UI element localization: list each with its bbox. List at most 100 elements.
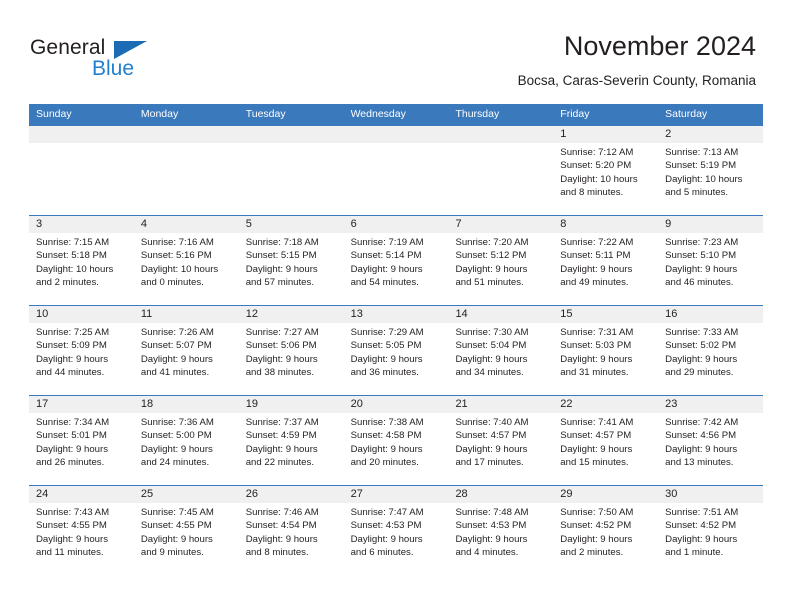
weekday-header-row: Sunday Monday Tuesday Wednesday Thursday Frid…: [29, 104, 763, 125]
sunrise-text: Sunrise: 7:30 AM: [455, 327, 529, 338]
calendar-day-cell[interactable]: 9 Sunrise: 7:23 AM Sunset: 5:10 PM Daylight…: [658, 216, 764, 305]
day-number: 15: [553, 306, 659, 323]
calendar-day-cell[interactable]: 3 Sunrise: 7:15 AM Sunset: 5:18 PM Daylight…: [29, 216, 134, 305]
sunset-text: Sunset: 5:09 PM: [36, 340, 107, 352]
daylight-text-line2: and 13 minutes.: [665, 457, 734, 469]
daylight-text-line2: and 4 minutes.: [455, 547, 519, 559]
calendar-day-cell[interactable]: 25 Sunrise: 7:45 AM Sunset: 4:55 PM Dayligh…: [133, 486, 239, 575]
daylight-text-line2: and 38 minutes.: [245, 367, 314, 379]
calendar-day-cell[interactable]: 23 Sunrise: 7:42 AM Sunset: 4:56 PM Dayligh…: [658, 396, 764, 485]
calendar-day-cell[interactable]: 16 Sunrise: 7:33 AM Sunset: 5:02 PM Dayligh…: [658, 306, 764, 395]
weekday-header-saturday: Saturday: [665, 108, 708, 120]
calendar-day-cell[interactable]: 20 Sunrise: 7:38 AM Sunset: 4:58 PM Dayligh…: [343, 396, 449, 485]
calendar-day-cell[interactable]: 18 Sunrise: 7:36 AM Sunset: 5:00 PM Dayligh…: [133, 396, 239, 485]
calendar-day-cell[interactable]: 10 Sunrise: 7:25 AM Sunset: 5:09 PM Dayligh…: [29, 306, 134, 395]
day-sun-info: Sunrise: 7:51 AM Sunset: 4:52 PM Daylight:…: [658, 503, 763, 560]
calendar-day-cell[interactable]: 4 Sunrise: 7:16 AM Sunset: 5:16 PM Daylight…: [133, 216, 239, 305]
day-number: 30: [658, 486, 764, 503]
day-number: 10: [29, 306, 134, 323]
sunrise-text: Sunrise: 7:42 AM: [665, 417, 739, 428]
daylight-text-line1: Daylight: 10 hours: [665, 173, 743, 185]
calendar-day-cell[interactable]: 8 Sunrise: 7:22 AM Sunset: 5:11 PM Daylight…: [553, 216, 659, 305]
calendar-day-cell[interactable]: 1 Sunrise: 7:12 AM Sunset: 5:20 PM Daylight…: [553, 126, 659, 215]
daylight-text-line1: Daylight: 9 hours: [560, 533, 633, 545]
sunset-text: Sunset: 5:18 PM: [36, 250, 107, 262]
daylight-text-line1: Daylight: 9 hours: [36, 443, 108, 455]
sunrise-text: Sunrise: 7:43 AM: [36, 507, 110, 518]
sunrise-text: Sunrise: 7:48 AM: [455, 507, 529, 518]
day-sun-info: Sunrise: 7:33 AM Sunset: 5:02 PM Daylight:…: [658, 323, 763, 380]
day-sun-info: Sunrise: 7:40 AM Sunset: 4:57 PM Daylight:…: [448, 413, 553, 470]
general-blue-logo[interactable]: General Blue: [30, 36, 210, 84]
sunrise-text: Sunrise: 7:40 AM: [455, 417, 529, 428]
calendar-week-row: 10 Sunrise: 7:25 AM Sunset: 5:09 PM Dayligh…: [29, 305, 764, 395]
daylight-text-line2: and 8 minutes.: [560, 187, 624, 199]
sunset-text: Sunset: 4:53 PM: [455, 520, 527, 532]
calendar-day-cell[interactable]: 13 Sunrise: 7:29 AM Sunset: 5:05 PM Dayligh…: [343, 306, 449, 395]
sunset-text: Sunset: 4:58 PM: [350, 430, 422, 442]
sunset-text: Sunset: 4:56 PM: [665, 430, 737, 442]
calendar-day-cell[interactable]: 27 Sunrise: 7:47 AM Sunset: 4:53 PM Dayligh…: [343, 486, 449, 575]
calendar-day-cell[interactable]: 30 Sunrise: 7:51 AM Sunset: 4:52 PM Dayligh…: [658, 486, 764, 575]
calendar-day-cell[interactable]: 15 Sunrise: 7:31 AM Sunset: 5:03 PM Dayligh…: [553, 306, 659, 395]
calendar-day-cell[interactable]: 26 Sunrise: 7:46 AM Sunset: 4:54 PM Dayligh…: [238, 486, 344, 575]
calendar-day-cell[interactable]: 29 Sunrise: 7:50 AM Sunset: 4:52 PM Dayligh…: [553, 486, 659, 575]
daylight-text-line1: Daylight: 9 hours: [350, 263, 423, 275]
title-block: November 2024 Bocsa, Caras-Severin Count…: [518, 30, 756, 90]
weekday-header-sunday: Sunday: [36, 108, 72, 120]
calendar-day-cell[interactable]: 24 Sunrise: 7:43 AM Sunset: 4:55 PM Dayligh…: [29, 486, 134, 575]
day-number: [448, 126, 554, 143]
calendar-day-cell[interactable]: 14 Sunrise: 7:30 AM Sunset: 5:04 PM Dayligh…: [448, 306, 554, 395]
day-sun-info: Sunrise: 7:15 AM Sunset: 5:18 PM Daylight:…: [29, 233, 134, 290]
sunset-text: Sunset: 5:00 PM: [140, 430, 212, 442]
day-number: 22: [553, 396, 659, 413]
sunset-text: Sunset: 4:59 PM: [245, 430, 317, 442]
calendar-day-cell[interactable]: 17 Sunrise: 7:34 AM Sunset: 5:01 PM Dayligh…: [29, 396, 134, 485]
sunset-text: Sunset: 5:03 PM: [560, 340, 632, 352]
day-number: 11: [133, 306, 239, 323]
sunset-text: Sunset: 4:53 PM: [350, 520, 422, 532]
sunset-text: Sunset: 4:52 PM: [665, 520, 737, 532]
sunrise-text: Sunrise: 7:33 AM: [665, 327, 739, 338]
calendar-day-cell[interactable]: 19 Sunrise: 7:37 AM Sunset: 4:59 PM Dayligh…: [238, 396, 344, 485]
sunset-text: Sunset: 4:57 PM: [455, 430, 527, 442]
calendar-day-cell[interactable]: 12 Sunrise: 7:27 AM Sunset: 5:06 PM Dayligh…: [238, 306, 344, 395]
day-number: 9: [658, 216, 764, 233]
day-sun-info: Sunrise: 7:22 AM Sunset: 5:11 PM Daylight:…: [553, 233, 658, 290]
calendar-day-cell[interactable]: 7 Sunrise: 7:20 AM Sunset: 5:12 PM Daylight…: [448, 216, 554, 305]
calendar-day-cell[interactable]: 22 Sunrise: 7:41 AM Sunset: 4:57 PM Dayligh…: [553, 396, 659, 485]
sunrise-text: Sunrise: 7:20 AM: [455, 237, 529, 248]
sunrise-text: Sunrise: 7:46 AM: [245, 507, 319, 518]
day-sun-info: Sunrise: 7:42 AM Sunset: 4:56 PM Daylight:…: [658, 413, 763, 470]
day-sun-info: Sunrise: 7:45 AM Sunset: 4:55 PM Daylight:…: [134, 503, 239, 560]
calendar-day-cell[interactable]: 21 Sunrise: 7:40 AM Sunset: 4:57 PM Dayligh…: [448, 396, 554, 485]
daylight-text-line1: Daylight: 9 hours: [665, 263, 738, 275]
day-sun-info: Sunrise: 7:37 AM Sunset: 4:59 PM Daylight:…: [239, 413, 344, 470]
calendar-day-cell[interactable]: 5 Sunrise: 7:18 AM Sunset: 5:15 PM Daylight…: [238, 216, 344, 305]
daylight-text-line2: and 29 minutes.: [665, 367, 734, 379]
calendar-day-cell[interactable]: 28 Sunrise: 7:48 AM Sunset: 4:53 PM Dayligh…: [448, 486, 554, 575]
sunset-text: Sunset: 5:14 PM: [350, 250, 422, 262]
daylight-text-line2: and 20 minutes.: [350, 457, 419, 469]
calendar-day-cell[interactable]: 6 Sunrise: 7:19 AM Sunset: 5:14 PM Daylight…: [343, 216, 449, 305]
weekday-header-friday: Friday: [560, 108, 590, 120]
sunset-text: Sunset: 5:12 PM: [455, 250, 527, 262]
daylight-text-line1: Daylight: 9 hours: [560, 263, 633, 275]
daylight-text-line2: and 51 minutes.: [455, 277, 524, 289]
page-header: General Blue November 2024 Bocsa, Caras-…: [0, 0, 792, 100]
day-number: 14: [448, 306, 554, 323]
calendar-day-cell[interactable]: 11 Sunrise: 7:26 AM Sunset: 5:07 PM Dayligh…: [133, 306, 239, 395]
day-number: 16: [658, 306, 764, 323]
day-number: 8: [553, 216, 659, 233]
sunrise-text: Sunrise: 7:25 AM: [36, 327, 110, 338]
day-number: 19: [238, 396, 344, 413]
daylight-text-line2: and 2 minutes.: [36, 277, 99, 289]
calendar-day-cell[interactable]: 2 Sunrise: 7:13 AM Sunset: 5:19 PM Daylight…: [658, 126, 764, 215]
day-sun-info: Sunrise: 7:23 AM Sunset: 5:10 PM Daylight:…: [658, 233, 763, 290]
day-number: 26: [238, 486, 344, 503]
day-number: [343, 126, 449, 143]
day-number: 29: [553, 486, 659, 503]
daylight-text-line2: and 36 minutes.: [350, 367, 419, 379]
sunrise-text: Sunrise: 7:47 AM: [350, 507, 424, 518]
daylight-text-line2: and 46 minutes.: [665, 277, 734, 289]
